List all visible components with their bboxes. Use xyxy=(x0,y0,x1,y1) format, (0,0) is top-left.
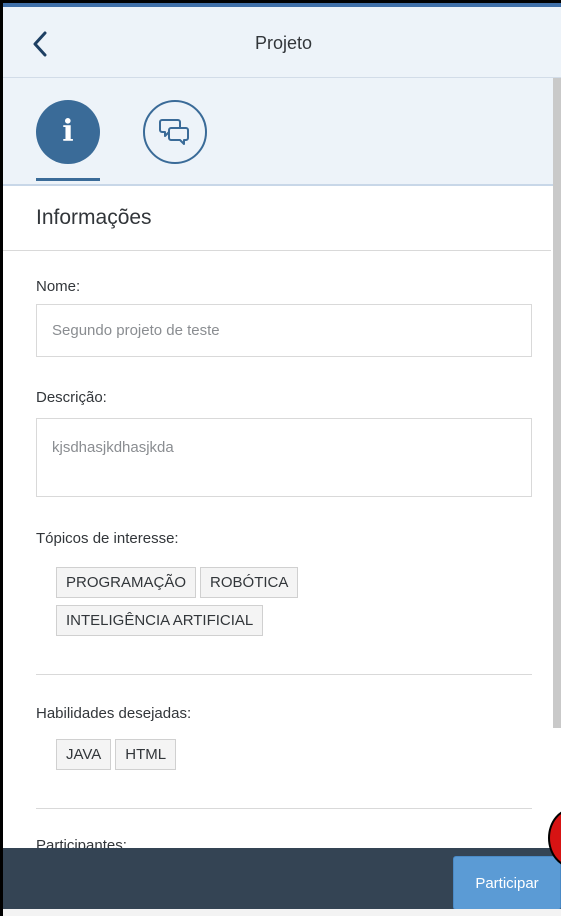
footer-bar: Participar xyxy=(3,848,561,916)
topic-chip: INTELIGÊNCIA ARTIFICIAL xyxy=(56,605,264,636)
divider xyxy=(36,808,532,809)
skill-chip: JAVA xyxy=(56,739,112,770)
section-title: Informações xyxy=(36,206,152,229)
skill-chip: HTML xyxy=(115,739,177,770)
name-field[interactable]: Segundo projeto de teste xyxy=(36,304,532,357)
icon-tab-bar: i xyxy=(3,78,561,186)
divider xyxy=(36,674,532,675)
topic-chip: ROBÓTICA xyxy=(200,567,299,598)
tab-selected-indicator xyxy=(36,178,100,181)
topics-row-2: INTELIGÊNCIA ARTIFICIAL xyxy=(56,605,267,636)
tab-info[interactable]: i xyxy=(36,100,100,164)
name-label: Nome: xyxy=(36,278,81,295)
chat-bubbles-icon xyxy=(159,119,189,145)
skills-label: Habilidades desejadas: xyxy=(36,705,192,722)
topic-chip: PROGRAMAÇÃO xyxy=(56,567,197,598)
section-header: Informações xyxy=(3,186,551,251)
tab-comments[interactable] xyxy=(143,100,207,164)
description-label: Descrição: xyxy=(36,389,107,406)
app-frame: Projeto i Informações Nome: Segundo proj… xyxy=(0,0,561,916)
page-title: Projeto xyxy=(254,33,313,53)
header-bar: Projeto xyxy=(3,7,561,78)
topics-row-1: PROGRAMAÇÃO ROBÓTICA xyxy=(56,567,302,598)
participate-button[interactable]: Participar xyxy=(453,856,561,910)
content-area[interactable]: Informações Nome: Segundo projeto de tes… xyxy=(3,186,551,848)
participants-label: Participantes: xyxy=(36,837,127,848)
info-icon: i xyxy=(62,114,74,149)
bottom-strip xyxy=(3,909,561,916)
topics-label: Tópicos de interesse: xyxy=(36,530,179,547)
skills-row: JAVA HTML xyxy=(56,739,180,770)
scrollbar[interactable] xyxy=(553,78,561,728)
description-field[interactable]: kjsdhasjkdhasjkda xyxy=(36,418,532,497)
